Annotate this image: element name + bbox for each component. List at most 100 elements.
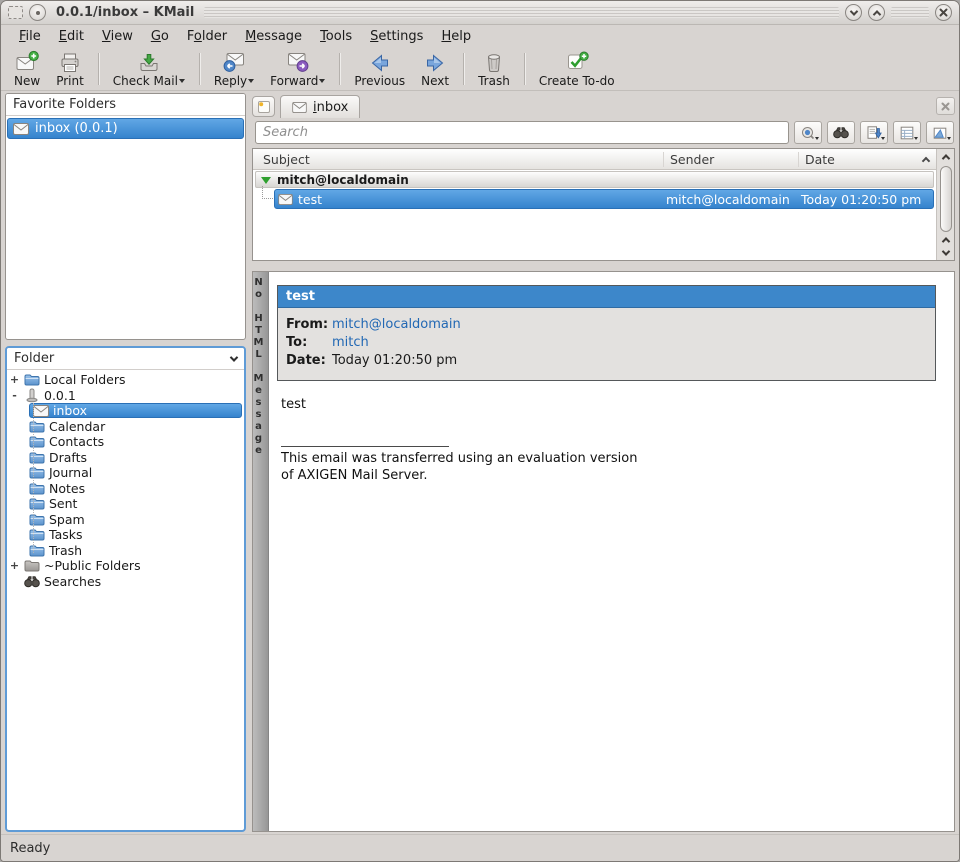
arrow-left-icon — [369, 50, 391, 74]
folder-icon — [29, 451, 45, 464]
mail-folder-icon — [13, 123, 29, 135]
binoculars-icon — [24, 575, 40, 588]
chevron-up-icon — [941, 237, 949, 245]
left-column: Favorite Folders inbox (0.0.1) Folder + … — [5, 93, 246, 832]
check-mail-button[interactable]: Check Mail — [106, 49, 192, 89]
close-button[interactable] — [935, 4, 952, 21]
folder-tree: + Local Folders - 0.0.1 inbox — [7, 370, 244, 830]
splitter-list-preview[interactable] — [252, 261, 955, 271]
new-mail-button[interactable]: New — [7, 49, 47, 89]
message-group-header[interactable]: mitch@localdomain — [255, 171, 934, 188]
reply-button[interactable]: Reply — [207, 49, 261, 89]
chevron-down-icon — [941, 247, 949, 255]
message-row[interactable]: test mitch@localdomain Today 01:20:50 pm — [255, 189, 934, 209]
favorite-item-inbox[interactable]: inbox (0.0.1) — [7, 118, 244, 139]
mail-icon — [278, 194, 293, 205]
folder-item-account[interactable]: - 0.0.1 — [9, 388, 242, 404]
expand-icon[interactable]: + — [9, 559, 20, 572]
folder-children: inbox Calendar Contacts — [9, 403, 242, 558]
folder-item-local-folders[interactable]: + Local Folders — [9, 372, 242, 388]
menu-view[interactable]: View — [94, 27, 141, 46]
print-button[interactable]: Print — [49, 49, 91, 89]
tab-inbox[interactable]: inbox — [280, 95, 360, 118]
folder-item-tasks[interactable]: Tasks — [9, 527, 242, 543]
expand-icon[interactable]: + — [9, 373, 20, 386]
theme-button[interactable] — [926, 121, 954, 144]
folder-item-contacts[interactable]: Contacts — [9, 434, 242, 450]
mail-date-value: Today 01:20:50 pm — [332, 352, 457, 370]
title-bar[interactable]: 0.0.1/inbox – KMail — [1, 1, 959, 25]
folder-item-spam[interactable]: Spam — [9, 512, 242, 528]
folder-item-drafts[interactable]: Drafts — [9, 450, 242, 466]
forward-button[interactable]: Forward — [263, 49, 332, 89]
previous-button[interactable]: Previous — [347, 49, 412, 89]
folder-item-notes[interactable]: Notes — [9, 481, 242, 497]
aggregation-button[interactable] — [893, 121, 921, 144]
column-header-subject[interactable]: Subject — [253, 152, 663, 167]
folder-icon — [29, 466, 45, 479]
vertical-scrollbar[interactable] — [936, 149, 954, 260]
new-tab-button[interactable] — [252, 96, 275, 117]
scroll-up-button-2[interactable] — [937, 233, 955, 246]
dot-icon — [36, 11, 40, 15]
trash-icon — [483, 50, 505, 74]
toolbar-separator — [524, 53, 525, 85]
minimize-button[interactable] — [845, 4, 862, 21]
folder-item-trash[interactable]: Trash — [9, 543, 242, 559]
trash-button[interactable]: Trash — [471, 49, 517, 89]
next-button[interactable]: Next — [414, 49, 456, 89]
right-column: inbox — [252, 93, 955, 832]
scrollbar-thumb[interactable] — [940, 166, 952, 232]
folder-gray-icon — [24, 559, 40, 572]
scroll-down-button[interactable] — [937, 246, 955, 260]
status-text: Ready — [10, 841, 50, 856]
sort-indicator[interactable] — [916, 155, 936, 164]
column-header-date[interactable]: Date — [798, 152, 916, 167]
folder-panel-header[interactable]: Folder — [7, 348, 244, 370]
to-address-link[interactable]: mitch — [332, 334, 369, 352]
create-todo-button[interactable]: Create To-do — [532, 49, 622, 89]
close-tab-button[interactable] — [936, 97, 955, 115]
dropdown-arrow-icon — [947, 137, 951, 142]
collapse-icon[interactable]: - — [9, 389, 20, 402]
dropdown-arrow-icon — [881, 137, 885, 142]
window-menu-button[interactable] — [29, 4, 46, 21]
status-filter-button[interactable] — [794, 121, 822, 144]
scroll-up-button[interactable] — [937, 149, 955, 164]
folder-item-calendar[interactable]: Calendar — [9, 419, 242, 435]
folder-icon — [29, 544, 45, 557]
from-row: From: mitch@localdomain — [286, 316, 927, 334]
menu-file[interactable]: File — [11, 27, 49, 46]
folder-item-sent[interactable]: Sent — [9, 496, 242, 512]
menu-go[interactable]: Go — [143, 27, 177, 46]
folder-item-public-folders[interactable]: + ~Public Folders — [9, 558, 242, 574]
folder-item-inbox[interactable]: inbox — [9, 403, 242, 419]
toolbar-separator — [98, 53, 99, 85]
mail-new-icon — [15, 50, 39, 74]
menu-folder[interactable]: Folder — [179, 27, 235, 46]
dropdown-arrow-icon — [815, 137, 819, 142]
aggregation-icon — [899, 125, 915, 141]
chevron-up-icon — [872, 10, 880, 18]
folder-item-searches[interactable]: Searches — [9, 574, 242, 590]
menu-tools[interactable]: Tools — [312, 27, 360, 46]
mail-header-box: test From: mitch@localdomain To: mitch — [277, 285, 936, 381]
toolbar-separator — [339, 53, 340, 85]
menu-message[interactable]: Message — [237, 27, 310, 46]
search-input[interactable] — [255, 121, 789, 144]
open-search-button[interactable] — [827, 121, 855, 144]
sort-order-button[interactable] — [860, 121, 888, 144]
folder-item-journal[interactable]: Journal — [9, 465, 242, 481]
print-icon — [59, 50, 81, 74]
mail-folder-icon — [292, 102, 307, 113]
mail-forward-icon — [286, 50, 310, 74]
column-header-sender[interactable]: Sender — [663, 152, 798, 167]
check-mail-icon — [138, 50, 160, 74]
from-address-link[interactable]: mitch@localdomain — [332, 316, 461, 334]
html-status-bar[interactable]: No HTML Message — [253, 272, 269, 831]
message-list-header: Subject Sender Date — [253, 149, 936, 170]
menu-settings[interactable]: Settings — [362, 27, 431, 46]
maximize-button[interactable] — [868, 4, 885, 21]
menu-edit[interactable]: Edit — [51, 27, 92, 46]
menu-help[interactable]: Help — [433, 27, 479, 46]
